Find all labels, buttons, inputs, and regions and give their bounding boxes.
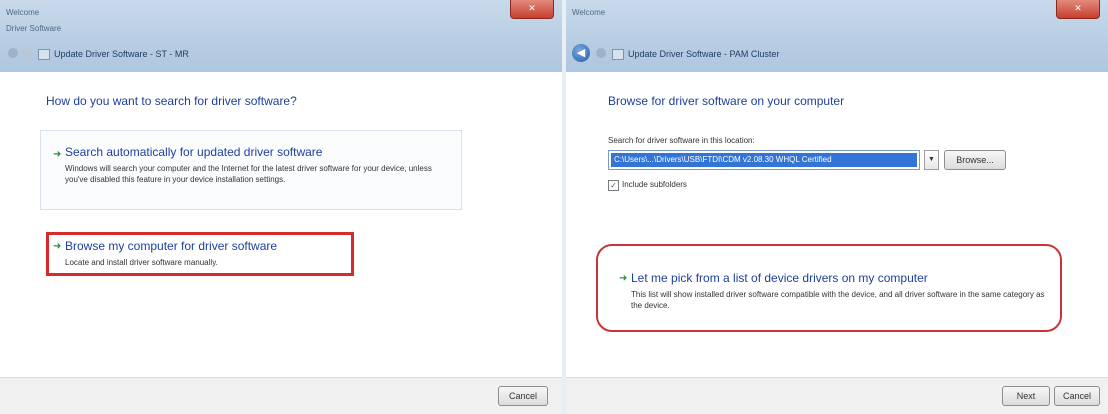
forward-arrow-icon[interactable] [596,48,606,58]
wizard-footer: Next Cancel [566,377,1108,414]
include-subfolders-checkbox[interactable]: ✓ [608,180,619,191]
highlight-box [596,244,1062,332]
wizard-content: Browse for driver software on your compu… [566,72,1108,378]
close-button[interactable]: ✕ [510,0,554,19]
window-titlebar: Welcome Driver Software ✕ Update Driver … [0,0,562,73]
cancel-button[interactable]: Cancel [1054,386,1100,406]
option-title: Search automatically for updated driver … [65,145,323,159]
include-subfolders-label: Include subfolders [622,180,687,189]
back-arrow-icon[interactable] [8,48,18,58]
window-titlebar: Welcome ✕ ◀ Update Driver Software - PAM… [566,0,1108,73]
page-title: Browse for driver software on your compu… [608,94,845,108]
close-button[interactable]: ✕ [1056,0,1100,19]
search-automatically-option[interactable]: ➜ Search automatically for updated drive… [40,130,462,210]
address-bar: Update Driver Software - ST - MR [0,42,562,66]
next-button[interactable]: Next [1002,386,1050,406]
close-icon: ✕ [528,3,536,13]
window-subtitle: Driver Software [6,24,62,33]
address-bar: ◀ Update Driver Software - PAM Cluster [566,42,1108,66]
wizard-footer: Cancel [0,377,562,414]
back-arrow-icon[interactable]: ◀ [572,44,590,62]
close-icon: ✕ [1074,3,1082,13]
window-title: Welcome [6,8,40,17]
green-arrow-icon: ➜ [53,149,62,160]
option-description: Windows will search your computer and th… [65,164,432,184]
page-title: How do you want to search for driver sof… [46,94,297,108]
wizard-content: How do you want to search for driver sof… [0,72,562,378]
search-location-label: Search for driver software in this locat… [608,136,755,145]
highlight-box [46,232,354,276]
breadcrumb: Update Driver Software - PAM Cluster [628,49,780,59]
path-combobox[interactable]: C:\Users\...\Drivers\USB\FTDI\CDM v2.08.… [608,150,920,170]
chevron-down-icon[interactable]: ▼ [924,150,939,170]
breadcrumb: Update Driver Software - ST - MR [54,49,189,59]
window-title: Welcome [572,8,606,17]
forward-arrow-icon[interactable] [22,48,32,58]
path-value: C:\Users\...\Drivers\USB\FTDI\CDM v2.08.… [611,153,917,167]
device-icon [612,49,624,60]
browse-button[interactable]: Browse... [944,150,1006,170]
cancel-button[interactable]: Cancel [498,386,548,406]
device-icon [38,49,50,60]
update-driver-window-left: Welcome Driver Software ✕ Update Driver … [0,0,562,414]
update-driver-window-right: Welcome ✕ ◀ Update Driver Software - PAM… [566,0,1108,414]
